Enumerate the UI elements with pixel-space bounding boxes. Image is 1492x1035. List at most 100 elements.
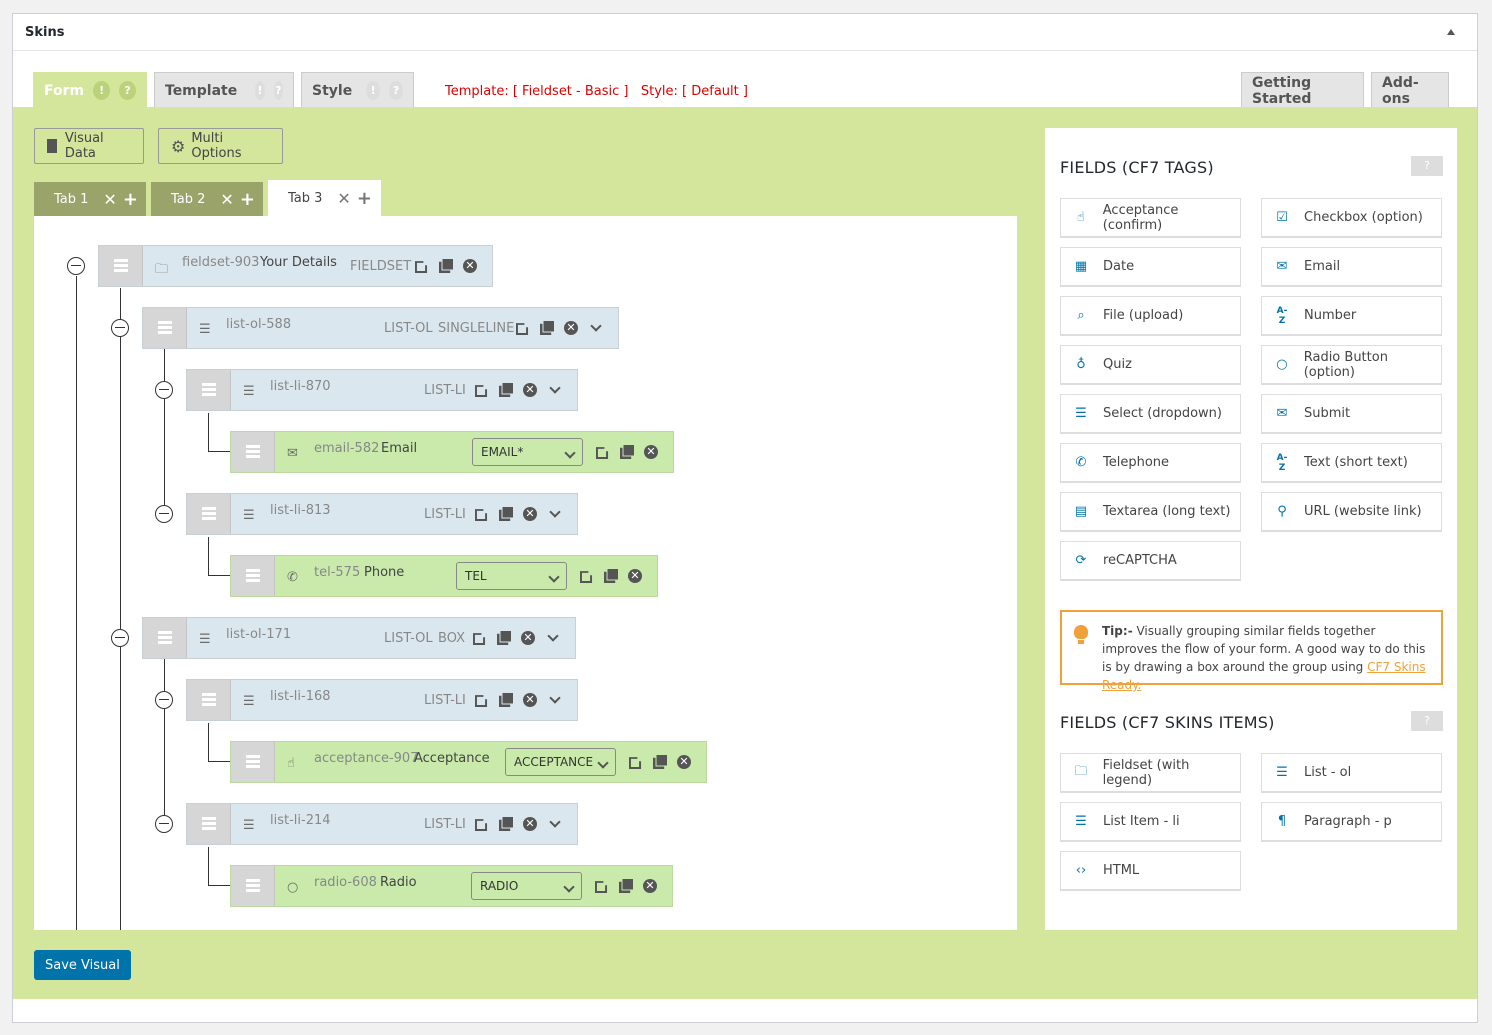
edit-icon[interactable] [475, 819, 488, 831]
multi-options-button[interactable]: ⚙ Multi Options [158, 128, 283, 164]
duplicate-icon[interactable] [604, 569, 618, 583]
field-fieldset[interactable]: 🗀 Fieldset (with legend) [1060, 753, 1241, 793]
edit-icon[interactable] [475, 385, 488, 397]
drag-handle-icon[interactable] [187, 370, 231, 410]
tree-node-tel[interactable]: ✆ tel-575 Phone TEL ✕ [230, 555, 658, 597]
cf7-help-icon[interactable]: ? [1411, 156, 1443, 176]
tree-node-acceptance[interactable]: ☝ acceptance-907 Acceptance ACCEPTANCE ✕ [230, 741, 707, 783]
delete-icon[interactable]: ✕ [644, 445, 658, 459]
visual-tree-canvas[interactable]: 🗀 fieldset-903 Your Details FIELDSET ✕ ☰… [34, 216, 1017, 930]
close-tab-icon[interactable]: ✕ [220, 190, 233, 209]
tree-node-list-ol[interactable]: ☰ list-ol-171 LIST-OL BOX ✕ [142, 617, 576, 659]
drag-handle-icon[interactable] [231, 742, 275, 782]
delete-icon[interactable]: ✕ [523, 693, 537, 707]
tree-node-list-li[interactable]: ☰ list-li-870 LIST-LI ✕ [186, 369, 578, 411]
field-type-select[interactable]: ACCEPTANCE [505, 748, 616, 776]
form-tab-2[interactable]: Tab 2 ✕ + [151, 182, 263, 216]
duplicate-icon[interactable] [499, 817, 513, 831]
form-help-badge[interactable]: ? [119, 81, 136, 100]
drag-handle-icon[interactable] [231, 866, 275, 906]
field-html[interactable]: ‹› HTML [1060, 851, 1241, 891]
tree-node-radio[interactable]: ○ radio-608 Radio RADIO ✕ [230, 865, 673, 907]
collapse-node-icon[interactable] [111, 629, 129, 647]
duplicate-icon[interactable] [653, 755, 667, 769]
duplicate-icon[interactable] [499, 383, 513, 397]
duplicate-icon[interactable] [499, 693, 513, 707]
delete-icon[interactable]: ✕ [677, 755, 691, 769]
drag-handle-icon[interactable] [187, 494, 231, 534]
field-telephone[interactable]: ✆ Telephone [1060, 443, 1241, 483]
drag-handle-icon[interactable] [143, 308, 187, 348]
drag-handle-icon[interactable] [187, 804, 231, 844]
tab-style[interactable]: Style ! ? [301, 72, 414, 108]
delete-icon[interactable]: ✕ [523, 383, 537, 397]
edit-icon[interactable] [595, 881, 608, 893]
chevron-down-icon[interactable] [549, 506, 561, 518]
delete-icon[interactable]: ✕ [628, 569, 642, 583]
field-checkbox[interactable]: ☑ Checkbox (option) [1261, 198, 1442, 238]
visual-data-button[interactable]: Visual Data [34, 128, 144, 164]
collapse-node-icon[interactable] [155, 815, 173, 833]
field-date[interactable]: ▦ Date [1060, 247, 1241, 287]
edit-icon[interactable] [475, 509, 488, 521]
duplicate-icon[interactable] [620, 445, 634, 459]
delete-icon[interactable]: ✕ [523, 817, 537, 831]
field-textarea[interactable]: ▤ Textarea (long text) [1060, 492, 1241, 532]
collapse-icon[interactable] [1447, 29, 1455, 35]
edit-icon[interactable] [596, 447, 609, 459]
duplicate-icon[interactable] [499, 507, 513, 521]
tree-node-list-li[interactable]: ☰ list-li-168 LIST-LI ✕ [186, 679, 578, 721]
chevron-down-icon[interactable] [547, 630, 559, 642]
delete-icon[interactable]: ✕ [523, 507, 537, 521]
field-text[interactable]: A-Z Text (short text) [1261, 443, 1442, 483]
tab-template[interactable]: Template ! ? [154, 72, 294, 108]
tree-node-list-ol[interactable]: ☰ list-ol-588 LIST-OL SINGLELINE ✕ [142, 307, 619, 349]
field-list-ol[interactable]: ☰ List - ol [1261, 753, 1442, 793]
field-paragraph[interactable]: ¶ Paragraph - p [1261, 802, 1442, 842]
collapse-node-icon[interactable] [155, 691, 173, 709]
tree-node-list-li[interactable]: ☰ list-li-813 LIST-LI ✕ [186, 493, 578, 535]
chevron-down-icon[interactable] [549, 692, 561, 704]
edit-icon[interactable] [415, 261, 428, 273]
duplicate-icon[interactable] [619, 879, 633, 893]
edit-icon[interactable] [629, 757, 642, 769]
drag-handle-icon[interactable] [231, 432, 275, 472]
field-acceptance[interactable]: ☝ Acceptance (confirm) [1060, 198, 1241, 238]
close-tab-icon[interactable]: ✕ [103, 190, 116, 209]
duplicate-icon[interactable] [439, 259, 453, 273]
tree-node-list-li[interactable]: ☰ list-li-214 LIST-LI ✕ [186, 803, 578, 845]
edit-icon[interactable] [580, 571, 593, 583]
chevron-down-icon[interactable] [549, 816, 561, 828]
chevron-down-icon[interactable] [549, 382, 561, 394]
form-warning-badge[interactable]: ! [93, 81, 111, 100]
field-type-select[interactable]: EMAIL* [472, 438, 583, 466]
close-tab-icon[interactable]: ✕ [337, 189, 350, 208]
field-email[interactable]: ✉ Email [1261, 247, 1442, 287]
tab-getting-started[interactable]: Getting Started [1241, 72, 1364, 108]
delete-icon[interactable]: ✕ [463, 259, 477, 273]
delete-icon[interactable]: ✕ [643, 879, 657, 893]
field-type-select[interactable]: RADIO [471, 872, 582, 900]
skins-help-icon[interactable]: ? [1411, 711, 1443, 731]
tab-add-ons[interactable]: Add-ons [1371, 72, 1449, 108]
save-visual-button[interactable]: Save Visual [34, 950, 131, 980]
template-warning-badge[interactable]: ! [255, 81, 265, 100]
delete-icon[interactable]: ✕ [564, 321, 578, 335]
field-file[interactable]: ⌕ File (upload) [1060, 296, 1241, 336]
style-warning-badge[interactable]: ! [366, 81, 381, 100]
edit-icon[interactable] [475, 695, 488, 707]
field-recaptcha[interactable]: ⟳ reCAPTCHA [1060, 541, 1241, 581]
field-url[interactable]: ⚲ URL (website link) [1261, 492, 1442, 532]
style-help-badge[interactable]: ? [389, 81, 403, 100]
duplicate-icon[interactable] [540, 321, 554, 335]
form-tab-1[interactable]: Tab 1 ✕ + [34, 182, 146, 216]
edit-icon[interactable] [473, 633, 486, 645]
field-select[interactable]: ☰ Select (dropdown) [1060, 394, 1241, 434]
drag-handle-icon[interactable] [231, 556, 275, 596]
collapse-node-icon[interactable] [155, 381, 173, 399]
tab-form[interactable]: Form ! ? [33, 72, 147, 108]
field-list-li[interactable]: ☰ List Item - li [1060, 802, 1241, 842]
edit-icon[interactable] [516, 323, 529, 335]
chevron-down-icon[interactable] [590, 320, 602, 332]
drag-handle-icon[interactable] [99, 246, 143, 286]
